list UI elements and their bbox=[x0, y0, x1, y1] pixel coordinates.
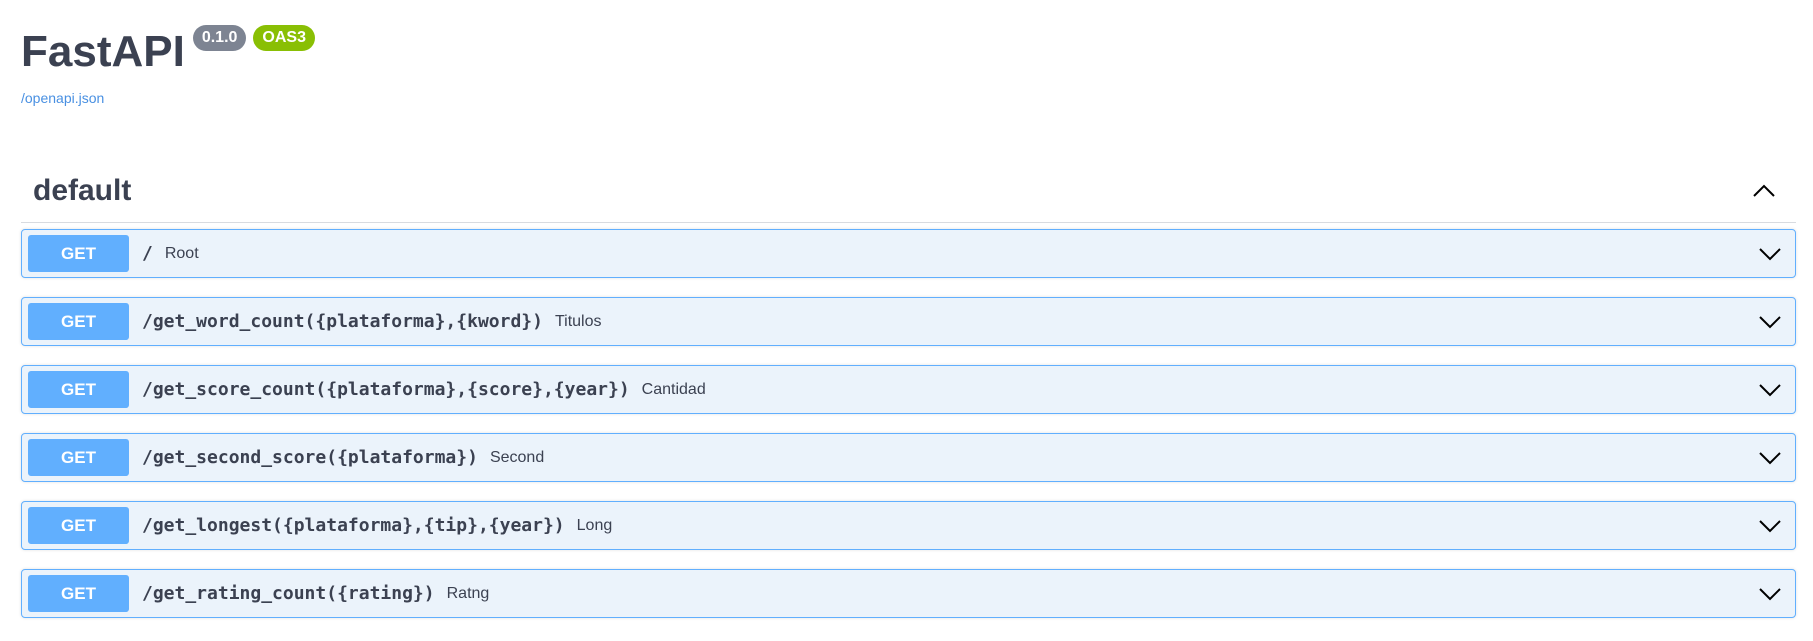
operation-get-root[interactable]: GET / Root bbox=[21, 229, 1796, 278]
oas-badge: OAS3 bbox=[253, 25, 315, 51]
operation-summary: Second bbox=[489, 448, 545, 466]
api-info: FastAPI 0.1.0 OAS3 /openapi.json bbox=[21, 18, 315, 106]
operation-get-word-count[interactable]: GET /get_word_count({plataforma},{kword}… bbox=[21, 297, 1796, 346]
chevron-down-icon[interactable] bbox=[1755, 375, 1785, 405]
operation-summary: Cantidad bbox=[641, 380, 706, 398]
operation-summary: Ratng bbox=[446, 584, 490, 602]
method-badge: GET bbox=[28, 507, 129, 544]
operation-get-rating-count[interactable]: GET /get_rating_count({rating}) Ratng bbox=[21, 569, 1796, 618]
operation-summary: Titulos bbox=[554, 312, 602, 330]
method-badge: GET bbox=[28, 371, 129, 408]
version-badge: 0.1.0 bbox=[192, 25, 247, 51]
chevron-down-icon[interactable] bbox=[1755, 443, 1785, 473]
operation-path: / bbox=[142, 243, 153, 264]
operation-summary: Root bbox=[164, 244, 199, 262]
tag-section-default: default GET / Root GET /get_word_count({… bbox=[21, 160, 1796, 637]
method-badge: GET bbox=[28, 303, 129, 340]
operation-path: /get_longest({plataforma},{tip},{year}) bbox=[142, 515, 565, 536]
operation-get-score-count[interactable]: GET /get_score_count({plataforma},{score… bbox=[21, 365, 1796, 414]
operation-get-second-score[interactable]: GET /get_second_score({plataforma}) Seco… bbox=[21, 433, 1796, 482]
operation-get-longest[interactable]: GET /get_longest({plataforma},{tip},{yea… bbox=[21, 501, 1796, 550]
method-badge: GET bbox=[28, 575, 129, 612]
operation-summary: Long bbox=[576, 516, 613, 534]
openapi-json-link[interactable]: /openapi.json bbox=[21, 90, 315, 106]
operation-path: /get_rating_count({rating}) bbox=[142, 583, 435, 604]
chevron-down-icon[interactable] bbox=[1755, 239, 1785, 269]
chevron-down-icon[interactable] bbox=[1755, 511, 1785, 541]
operation-path: /get_word_count({plataforma},{kword}) bbox=[142, 311, 543, 332]
method-badge: GET bbox=[28, 235, 129, 272]
chevron-up-icon[interactable] bbox=[1744, 171, 1784, 211]
chevron-down-icon[interactable] bbox=[1755, 307, 1785, 337]
api-title: FastAPI bbox=[21, 27, 185, 76]
operation-path: /get_score_count({plataforma},{score},{y… bbox=[142, 379, 630, 400]
method-badge: GET bbox=[28, 439, 129, 476]
chevron-down-icon[interactable] bbox=[1755, 579, 1785, 609]
operation-path: /get_second_score({plataforma}) bbox=[142, 447, 478, 468]
tag-name: default bbox=[33, 174, 132, 207]
title-row: FastAPI 0.1.0 OAS3 bbox=[21, 18, 315, 74]
tag-header[interactable]: default bbox=[21, 160, 1796, 223]
operations-list: GET / Root GET /get_word_count({platafor… bbox=[21, 229, 1796, 618]
